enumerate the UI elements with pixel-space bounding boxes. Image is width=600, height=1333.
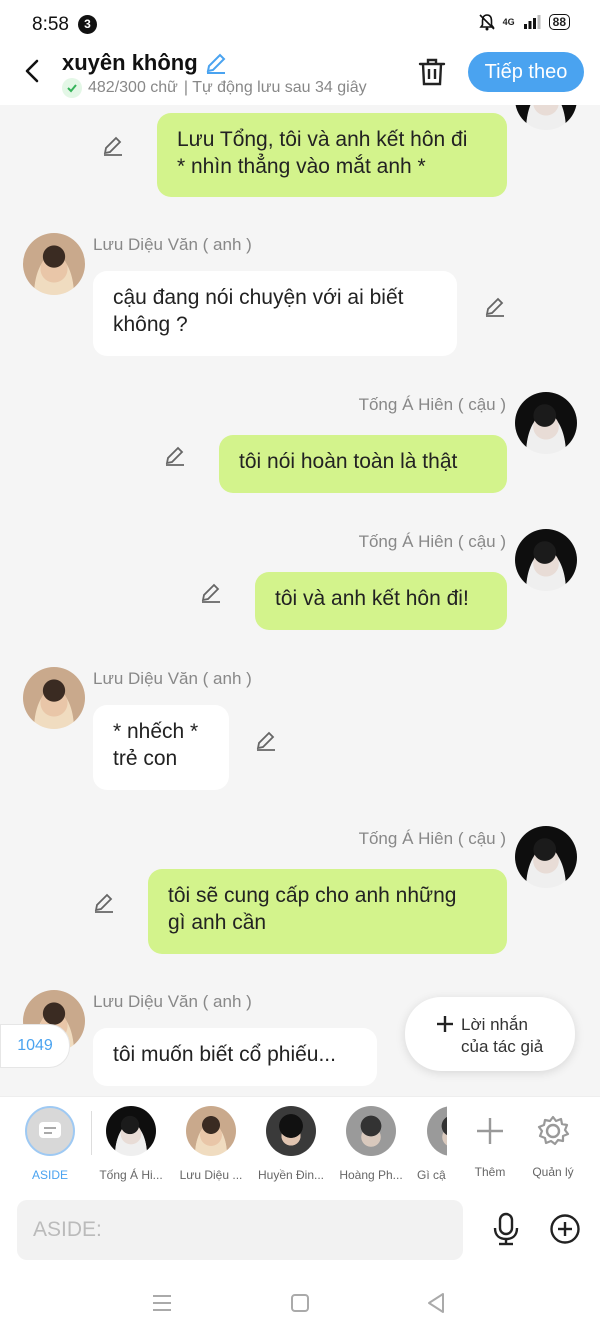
message-bubble[interactable]: Lưu Tổng, tôi và anh kết hôn đi * nhìn t… <box>157 113 507 197</box>
page-title[interactable]: xuyên không <box>62 50 228 76</box>
avatar-tong-a-hien[interactable] <box>515 392 577 454</box>
character-luu-dieu-van[interactable]: Lưu Diệu ... <box>173 1106 249 1182</box>
character-tong-a-hien[interactable]: Tống Á Hi... <box>93 1106 169 1182</box>
signal-icon <box>523 15 541 29</box>
chat-area: Lưu Tổng, tôi và anh kết hôn đi * nhìn t… <box>0 105 600 1096</box>
speaker-name: Lưu Diệu Văn ( anh ) <box>93 235 252 254</box>
character-avatar <box>106 1106 156 1156</box>
gear-icon <box>537 1115 570 1146</box>
message-line: không ? <box>113 313 188 336</box>
message-line: tôi muốn biết cổ phiếu... <box>113 1043 336 1066</box>
network-label: 4G <box>502 17 515 27</box>
character-avatar <box>266 1106 316 1156</box>
bell-muted-icon <box>479 14 495 31</box>
edit-message-icon[interactable] <box>483 294 507 318</box>
word-count: 482/300 chữ <box>88 79 178 96</box>
status-bar: 8:58 3 4G 88 <box>0 0 600 50</box>
speaker-name: Tống Á Hiên ( cậu ) <box>358 532 506 551</box>
message-line: gì anh cần <box>168 911 267 934</box>
character-label: Gì cậ <box>417 1168 446 1182</box>
message-bubble[interactable]: cậu đang nói chuyện với ai biết không ? <box>93 271 457 356</box>
avatar-tong-a-hien[interactable] <box>515 529 577 591</box>
message-bubble[interactable]: tôi muốn biết cổ phiếu... <box>93 1028 377 1086</box>
notification-count-badge: 3 <box>78 15 97 34</box>
manage-button[interactable]: Quản lý <box>515 1106 591 1179</box>
manage-label: Quản lý <box>532 1165 574 1179</box>
next-button[interactable]: Tiếp theo <box>468 52 584 92</box>
message-line: * nhếch * <box>113 720 199 743</box>
message-input[interactable] <box>17 1200 463 1260</box>
avatar-luu-dieu-van[interactable] <box>23 667 85 729</box>
avatar-tong-a-hien[interactable] <box>515 826 577 888</box>
autosave-text: | Tự động lưu sau 34 giây <box>183 79 367 96</box>
avatar-tong-a-hien[interactable] <box>515 105 577 130</box>
message-line: tôi sẽ cung cấp cho anh những <box>168 884 457 907</box>
narration-icon <box>39 1122 61 1138</box>
divider <box>91 1111 92 1155</box>
character-label: Tống Á Hi... <box>99 1168 163 1182</box>
message-bubble[interactable]: tôi và anh kết hôn đi! <box>255 572 507 630</box>
aside-avatar <box>25 1106 75 1156</box>
character-aside[interactable]: ASIDE <box>12 1106 88 1182</box>
message-bubble[interactable]: tôi sẽ cung cấp cho anh những gì anh cần <box>148 869 507 954</box>
back-icon[interactable] <box>426 1292 446 1314</box>
system-nav-bar <box>0 1290 600 1333</box>
header: xuyên không 482/300 chữ | Tự động lưu sa… <box>0 50 600 105</box>
author-note-button[interactable]: Lời nhắn của tác giả <box>405 997 575 1071</box>
character-label: Hoàng Ph... <box>339 1168 403 1182</box>
message-line: cậu đang nói chuyện với ai biết <box>113 286 404 309</box>
edit-message-icon[interactable] <box>92 890 116 914</box>
character-label: Lưu Diệu ... <box>179 1168 243 1182</box>
speaker-name: Tống Á Hiên ( cậu ) <box>358 829 506 848</box>
save-status: 482/300 chữ | Tự động lưu sau 34 giây <box>62 78 367 98</box>
character-huyen-dinh[interactable]: Huyền Đin... <box>253 1106 329 1182</box>
message-bubble[interactable]: tôi nói hoàn toàn là thật <box>219 435 507 493</box>
back-arrow-icon[interactable] <box>18 56 48 86</box>
character-hoang-ph[interactable]: Hoàng Ph... <box>333 1106 409 1182</box>
battery-indicator: 88 <box>548 14 570 30</box>
edit-message-icon[interactable] <box>101 133 125 157</box>
speaker-name: Lưu Diệu Văn ( anh ) <box>93 669 252 688</box>
message-line: Lưu Tổng, tôi và anh kết hôn đi <box>177 128 468 151</box>
trash-icon[interactable] <box>416 56 448 88</box>
message-line: tôi nói hoàn toàn là thật <box>239 450 458 473</box>
message-line: trẻ con <box>113 747 178 770</box>
author-note-line2: của tác giả <box>461 1037 544 1056</box>
status-time: 8:58 <box>32 14 69 35</box>
character-avatar <box>346 1106 396 1156</box>
character-partial[interactable]: Gì cậ <box>413 1106 447 1182</box>
check-icon <box>62 78 82 98</box>
menu-icon[interactable] <box>152 1294 172 1312</box>
character-bar: ASIDE Tống Á Hi... Lưu Diệu ... Huyền Đi… <box>0 1096 600 1191</box>
home-icon[interactable] <box>290 1293 310 1313</box>
character-avatar <box>186 1106 236 1156</box>
status-icons: 4G 88 <box>479 13 570 31</box>
character-label: ASIDE <box>31 1168 68 1182</box>
plus-icon <box>437 1016 453 1032</box>
message-line: tôi và anh kết hôn đi! <box>275 587 469 610</box>
title-text: xuyên không <box>62 50 198 75</box>
plus-icon <box>477 1118 503 1144</box>
speaker-name: Lưu Diệu Văn ( anh ) <box>93 992 252 1011</box>
edit-message-icon[interactable] <box>163 443 187 467</box>
avatar-luu-dieu-van[interactable] <box>23 233 85 295</box>
message-line: * nhìn thẳng vào mắt anh * <box>177 155 426 178</box>
speaker-name: Tống Á Hiên ( cậu ) <box>358 395 506 414</box>
edit-message-icon[interactable] <box>254 728 278 752</box>
edit-title-icon[interactable] <box>204 51 228 75</box>
edit-message-icon[interactable] <box>199 580 223 604</box>
author-note-line1: Lời nhắn <box>461 1015 528 1034</box>
character-label: Huyền Đin... <box>257 1168 325 1182</box>
add-circle-icon[interactable] <box>549 1213 581 1245</box>
message-counter[interactable]: 1049 <box>0 1024 70 1068</box>
microphone-icon[interactable] <box>490 1212 522 1246</box>
character-avatar <box>427 1106 447 1156</box>
message-bubble[interactable]: * nhếch * trẻ con <box>93 705 229 790</box>
